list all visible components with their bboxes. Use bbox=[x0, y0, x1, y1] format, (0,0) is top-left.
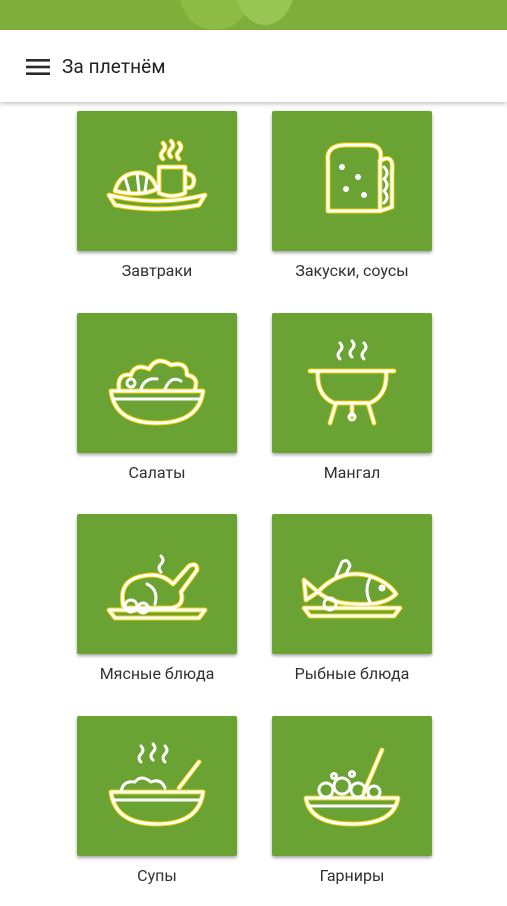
category-card-sides[interactable]: Гарниры bbox=[267, 716, 467, 906]
category-card-meat[interactable]: Мясные блюда bbox=[72, 514, 272, 704]
category-label: Гарниры bbox=[319, 866, 385, 885]
salad-bowl-icon bbox=[108, 358, 206, 426]
category-tile[interactable] bbox=[272, 514, 432, 654]
category-label: Рыбные блюда bbox=[294, 664, 410, 683]
category-label: Мясные блюда bbox=[99, 664, 215, 683]
category-label: Мангал bbox=[323, 463, 381, 482]
grill-icon bbox=[307, 339, 397, 426]
hamburger-menu-icon bbox=[26, 59, 50, 75]
category-tile[interactable] bbox=[272, 716, 432, 856]
category-tile[interactable] bbox=[77, 313, 237, 453]
category-tile[interactable] bbox=[272, 313, 432, 453]
category-label: Завтраки bbox=[121, 261, 193, 280]
fish-dish-icon bbox=[301, 559, 403, 619]
breakfast-icon bbox=[106, 138, 208, 212]
category-tile[interactable] bbox=[77, 716, 237, 856]
category-tile[interactable] bbox=[272, 111, 432, 251]
category-label: Закуски, соусы bbox=[295, 261, 409, 280]
app-title: За плетнём bbox=[62, 55, 166, 78]
category-grid: Завтраки Закуски, соусы Салаты Мангал Мя… bbox=[0, 102, 507, 900]
roast-chicken-icon bbox=[106, 554, 208, 621]
category-label: Салаты bbox=[128, 463, 186, 482]
top-banner-image bbox=[0, 0, 507, 30]
category-label: Супы bbox=[137, 866, 177, 885]
app-bar: За плетнём bbox=[0, 30, 507, 102]
menu-button[interactable] bbox=[20, 52, 56, 82]
category-tile[interactable] bbox=[77, 111, 237, 251]
sandwich-icon bbox=[325, 142, 395, 214]
category-card-breakfast[interactable]: Завтраки bbox=[72, 111, 272, 301]
category-card-soups[interactable]: Супы bbox=[72, 716, 272, 906]
side-dish-icon bbox=[303, 747, 401, 827]
category-card-fish[interactable]: Рыбные блюда bbox=[267, 514, 467, 704]
category-card-grill[interactable]: Мангал bbox=[267, 313, 467, 503]
category-tile[interactable] bbox=[77, 514, 237, 654]
category-card-salads[interactable]: Салаты bbox=[72, 313, 272, 503]
soup-bowl-icon bbox=[108, 742, 206, 827]
category-card-snacks[interactable]: Закуски, соусы bbox=[267, 111, 467, 301]
